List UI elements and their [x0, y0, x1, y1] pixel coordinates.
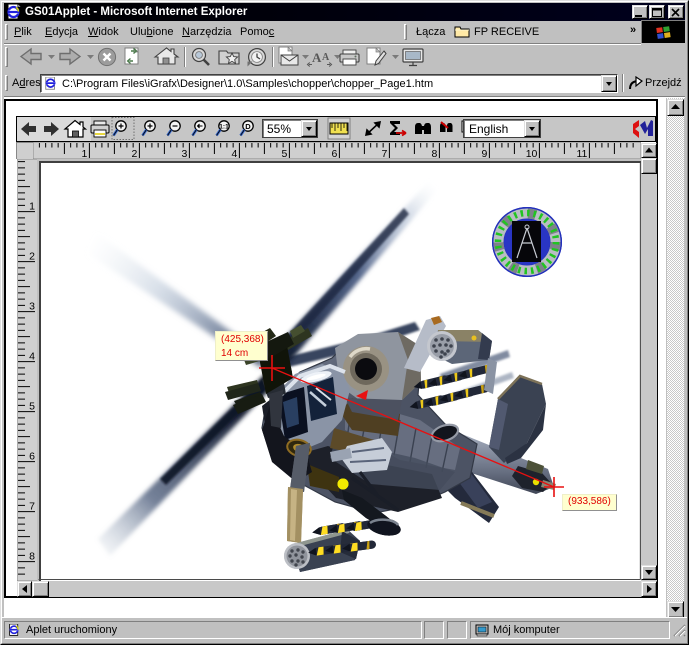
svg-text:4: 4	[232, 148, 238, 159]
svg-text:7: 7	[382, 148, 388, 159]
svg-text:3: 3	[182, 148, 188, 159]
svg-text:8: 8	[432, 148, 438, 159]
svg-text:1:1: 1:1	[219, 124, 229, 131]
svg-text:D: D	[245, 122, 251, 131]
svg-text:5: 5	[282, 148, 288, 159]
svg-text:10: 10	[526, 148, 538, 159]
svg-text:A: A	[312, 50, 322, 65]
svg-text:9: 9	[482, 148, 488, 159]
svg-text:1: 1	[82, 148, 88, 159]
svg-text:2: 2	[132, 148, 138, 159]
svg-text:A: A	[322, 52, 330, 63]
svg-text:6: 6	[332, 148, 338, 159]
svg-text:11: 11	[576, 148, 587, 159]
